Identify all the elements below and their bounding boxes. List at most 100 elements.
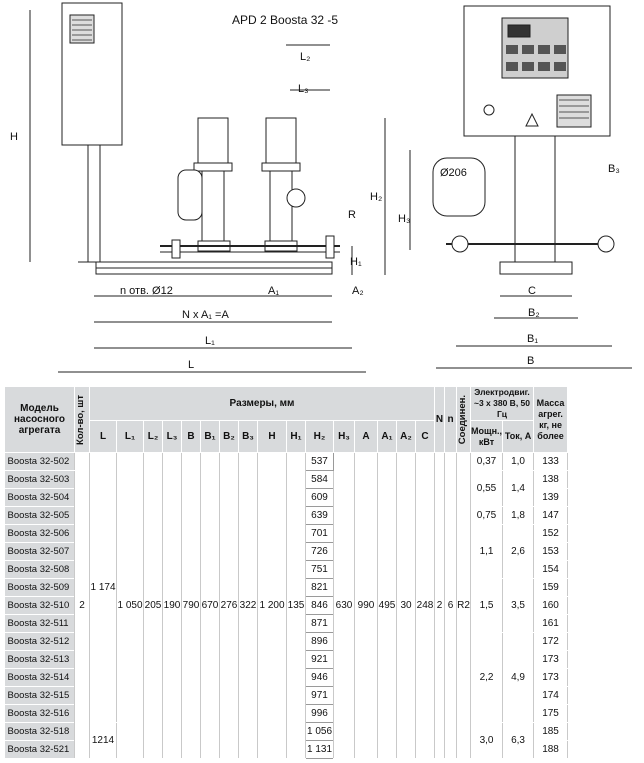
h2-cell: 1 131 bbox=[305, 740, 334, 759]
h2-cell: 701 bbox=[305, 524, 334, 543]
header-dim-col: H₁ bbox=[286, 420, 306, 453]
dim-cell-N: 2 bbox=[434, 452, 445, 759]
header-dim-col: L bbox=[89, 420, 117, 453]
h2-cell: 584 bbox=[305, 470, 334, 489]
dim-cell-L2: 205 bbox=[143, 452, 163, 759]
header-dims: Размеры, мм bbox=[89, 386, 435, 421]
dim-cell-A: 990 bbox=[354, 452, 378, 759]
dim-cell-A2: 30 bbox=[396, 452, 416, 759]
mass-cell: 133 bbox=[533, 452, 569, 471]
dim-R: R bbox=[348, 209, 356, 221]
dim-H3: H₃ bbox=[398, 213, 410, 225]
header-dim-col: H₂ bbox=[305, 420, 334, 453]
dim-L3: L₃ bbox=[298, 83, 309, 95]
model-name: Boosta 32-518 bbox=[4, 722, 75, 741]
pump-2 bbox=[261, 117, 306, 252]
power-cell: 1,5 bbox=[469, 578, 504, 633]
dim-cell-B3: 322 bbox=[238, 452, 258, 759]
header-current: Ток, А bbox=[502, 420, 535, 453]
header-dim-col: A₁ bbox=[377, 420, 397, 453]
dim-H: H bbox=[10, 131, 18, 143]
current-cell: 3,5 bbox=[502, 578, 535, 633]
specification-table: Модель насосного агрегата Кол-во, шт Раз… bbox=[4, 386, 569, 759]
dim-cell-H: 1 200 bbox=[257, 452, 287, 759]
header-dim-col: B₃ bbox=[238, 420, 258, 453]
mass-cell: 173 bbox=[533, 668, 569, 687]
h2-cell: 971 bbox=[305, 686, 334, 705]
qty-cell: 2 bbox=[74, 452, 90, 759]
header-dim-col: B bbox=[181, 420, 201, 453]
h2-cell: 946 bbox=[305, 668, 334, 687]
h2-cell: 751 bbox=[305, 560, 334, 579]
mass-cell: 160 bbox=[533, 596, 569, 615]
header-dim-col: H₃ bbox=[333, 420, 355, 453]
header-model: Модель насосного агрегата bbox=[4, 386, 75, 453]
mass-cell: 139 bbox=[533, 488, 569, 507]
dim-cell-H1: 135 bbox=[286, 452, 306, 759]
h2-cell: 846 bbox=[305, 596, 334, 615]
model-name: Boosta 32-521 bbox=[4, 740, 75, 759]
dim-NxA: N x A₁ =A bbox=[182, 309, 229, 321]
h2-cell: 639 bbox=[305, 506, 334, 525]
header-power: Мощн., кВт bbox=[469, 420, 504, 453]
dim-cell-conn: R2 bbox=[456, 452, 471, 759]
h2-cell: 537 bbox=[305, 452, 334, 471]
h2-cell: 726 bbox=[305, 542, 334, 561]
current-cell: 4,9 bbox=[502, 632, 535, 723]
header-dim-col: A₂ bbox=[396, 420, 416, 453]
dim-cell-n: 6 bbox=[444, 452, 457, 759]
header-qty: Кол-во, шт bbox=[74, 386, 90, 453]
model-name: Boosta 32-516 bbox=[4, 704, 75, 723]
mass-cell: 161 bbox=[533, 614, 569, 633]
header-dim-col: L₁ bbox=[116, 420, 144, 453]
L-cell: 1214 bbox=[89, 722, 117, 759]
header-dim-col: C bbox=[415, 420, 435, 453]
power-cell: 0,55 bbox=[469, 470, 504, 507]
L-cell: 1 174 bbox=[89, 452, 117, 723]
dim-cell-B1: 670 bbox=[200, 452, 220, 759]
dim-holes: n отв. Ø12 bbox=[120, 285, 173, 297]
dim-H2: H₂ bbox=[370, 191, 382, 203]
dim-B1: B₁ bbox=[527, 333, 538, 345]
current-cell: 6,3 bbox=[502, 722, 535, 759]
mass-cell: 173 bbox=[533, 650, 569, 669]
dim-cell-A1: 495 bbox=[377, 452, 397, 759]
model-name: Boosta 32-514 bbox=[4, 668, 75, 687]
dim-B: B bbox=[527, 355, 534, 367]
model-name: Boosta 32-507 bbox=[4, 542, 75, 561]
current-cell: 1,8 bbox=[502, 506, 535, 525]
model-name: Boosta 32-505 bbox=[4, 506, 75, 525]
header-dim-col: B₁ bbox=[200, 420, 220, 453]
header-conn: Соединен. bbox=[456, 386, 471, 453]
dim-cell-B2: 276 bbox=[219, 452, 239, 759]
h2-cell: 871 bbox=[305, 614, 334, 633]
dim-L: L bbox=[188, 359, 194, 371]
dim-cell-L3: 190 bbox=[162, 452, 182, 759]
dim-cell-L1: 1 050 bbox=[116, 452, 144, 759]
h2-cell: 921 bbox=[305, 650, 334, 669]
model-name: Boosta 32-510 bbox=[4, 596, 75, 615]
mass-cell: 154 bbox=[533, 560, 569, 579]
mass-cell: 174 bbox=[533, 686, 569, 705]
dim-A2: A₂ bbox=[352, 285, 364, 297]
model-name: Boosta 32-515 bbox=[4, 686, 75, 705]
mass-cell: 188 bbox=[533, 740, 569, 759]
model-name: Boosta 32-506 bbox=[4, 524, 75, 543]
dim-B3: B₃ bbox=[608, 163, 620, 175]
header-mass: Масса агрег. кг, не более bbox=[533, 386, 569, 453]
mass-cell: 172 bbox=[533, 632, 569, 651]
header-dim-col: B₂ bbox=[219, 420, 239, 453]
header-dim-col: A bbox=[354, 420, 378, 453]
mass-cell: 153 bbox=[533, 542, 569, 561]
dim-L1: L₁ bbox=[205, 335, 215, 347]
header-n: n bbox=[444, 386, 457, 453]
model-name: Boosta 32-513 bbox=[4, 650, 75, 669]
mass-cell: 138 bbox=[533, 470, 569, 489]
dim-A1: A₁ bbox=[268, 285, 279, 297]
header-N: N bbox=[434, 386, 445, 453]
dim-C: C bbox=[528, 285, 536, 297]
dim-H1: H₁ bbox=[350, 256, 362, 268]
drawing-title: APD 2 Boosta 32 -5 bbox=[232, 13, 338, 27]
dim-L2: L₂ bbox=[300, 51, 310, 63]
header-dim-col: H bbox=[257, 420, 287, 453]
